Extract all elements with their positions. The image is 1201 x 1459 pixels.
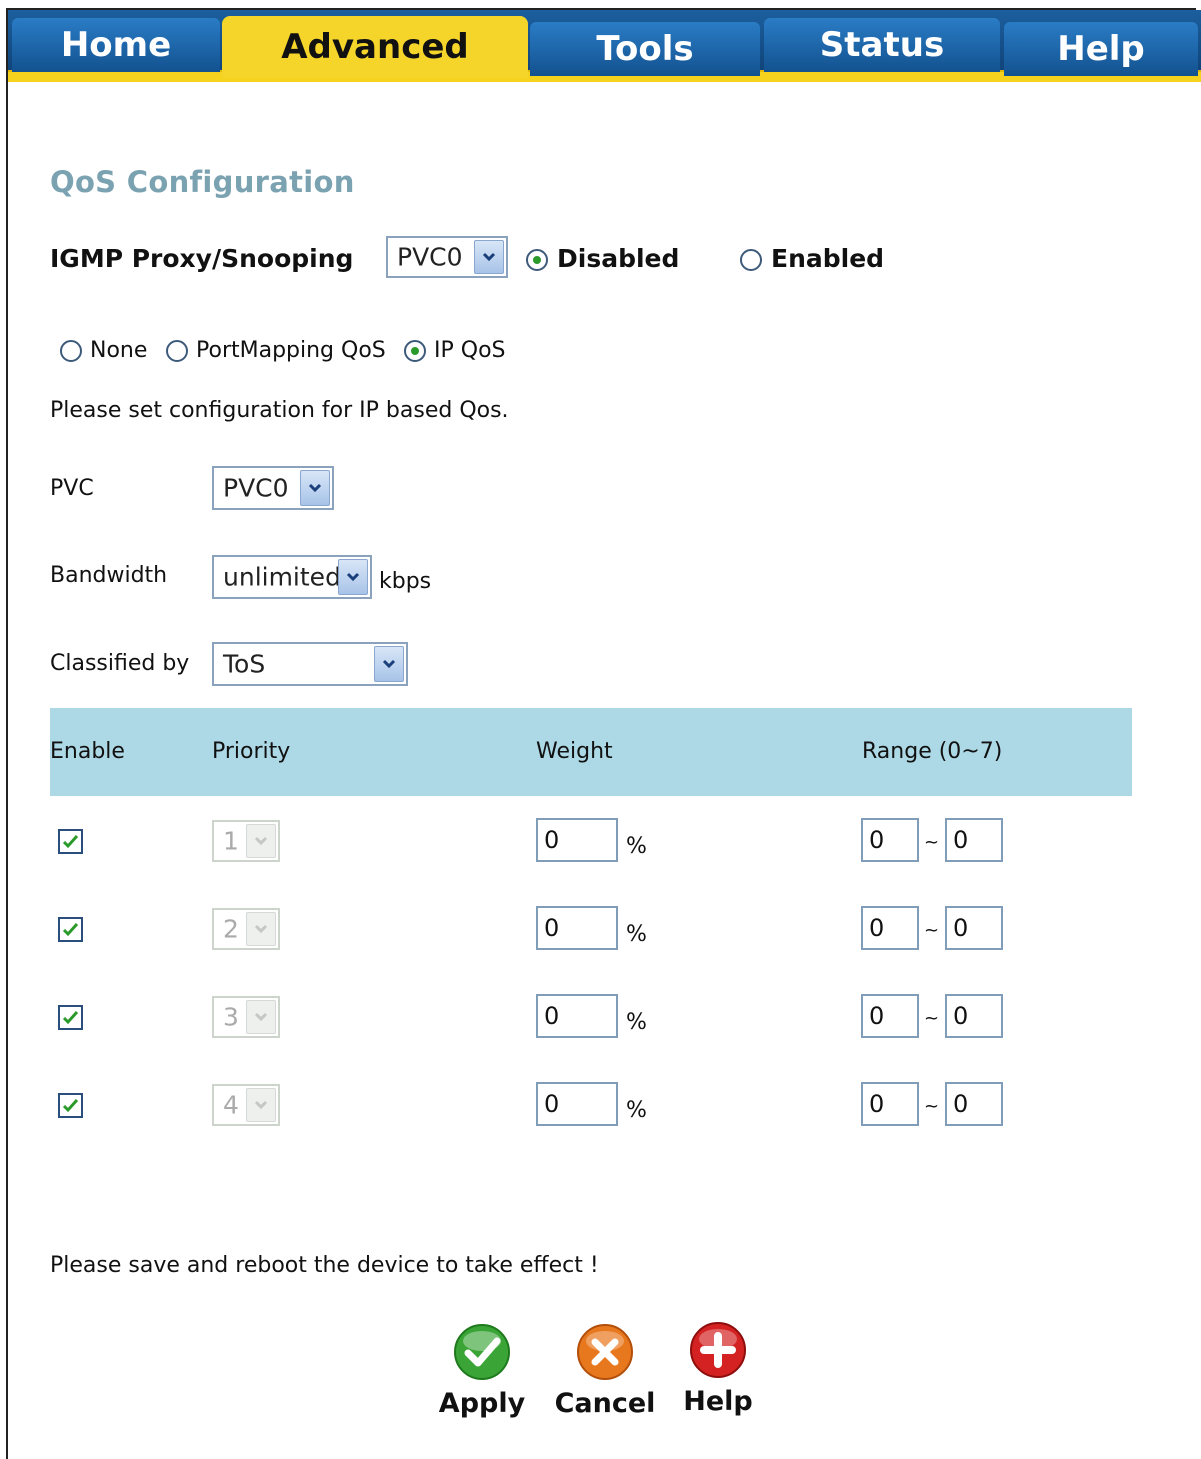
apply-button[interactable]: Apply	[438, 1322, 526, 1419]
cancel-button[interactable]: Cancel	[555, 1322, 655, 1419]
qos-portmapping-radio[interactable]	[166, 340, 188, 362]
cancel-label: Cancel	[554, 1388, 656, 1419]
check-icon	[62, 1098, 79, 1113]
row-3-range-sep: ~	[924, 1008, 940, 1029]
row-2-priority-select[interactable]: 2	[212, 908, 280, 950]
row-1-weight-input[interactable]: 0	[536, 818, 618, 862]
row-3-weight-input[interactable]: 0	[536, 994, 618, 1038]
classified-label: Classified by	[50, 651, 190, 676]
qos-none-radio[interactable]	[60, 340, 82, 362]
igmp-disabled-label: Disabled	[557, 244, 680, 273]
row-1-enable-checkbox[interactable]	[58, 829, 83, 854]
row-3-priority-select[interactable]: 3	[212, 996, 280, 1038]
tab-tools[interactable]: Tools	[530, 22, 760, 76]
pvc-select[interactable]: PVC0	[212, 466, 334, 510]
plus-icon	[690, 1322, 746, 1378]
bandwidth-value: unlimited	[223, 562, 341, 592]
row-3-range-to-input[interactable]: 0	[945, 994, 1003, 1038]
qos-portmapping-label: PortMapping QoS	[196, 338, 386, 363]
row-1-weight-unit: %	[626, 834, 647, 859]
row-3-enable-checkbox[interactable]	[58, 1005, 83, 1030]
header-priority: Priority	[212, 739, 291, 764]
classified-select[interactable]: ToS	[212, 642, 408, 686]
check-icon	[62, 1010, 79, 1025]
check-icon	[62, 922, 79, 937]
row-2-range-from-input[interactable]: 0	[861, 906, 919, 950]
chevron-down-icon	[246, 912, 276, 946]
chevron-down-icon	[246, 824, 276, 858]
tab-status[interactable]: Status	[764, 18, 1000, 72]
igmp-disabled-radio[interactable]	[526, 249, 548, 271]
pvc-value: PVC0	[223, 473, 289, 503]
row-4-range-sep: ~	[924, 1096, 940, 1117]
help-label: Help	[683, 1386, 753, 1417]
apply-label: Apply	[438, 1388, 526, 1419]
igmp-label: IGMP Proxy/Snooping	[50, 244, 354, 273]
igmp-enabled-radio[interactable]	[740, 249, 762, 271]
checkmark-icon	[454, 1324, 510, 1380]
bandwidth-unit: kbps	[379, 569, 432, 594]
row-3-weight-unit: %	[626, 1010, 647, 1035]
check-icon	[62, 834, 79, 849]
notice-text: Please save and reboot the device to tak…	[50, 1253, 599, 1278]
classified-value: ToS	[223, 649, 266, 679]
qos-none-label: None	[90, 338, 148, 363]
chevron-down-icon	[246, 1088, 276, 1122]
chevron-down-icon	[246, 1000, 276, 1034]
header-weight: Weight	[536, 739, 613, 764]
row-2-range-sep: ~	[924, 920, 940, 941]
chevron-down-icon	[338, 559, 368, 595]
row-1-range-to-input[interactable]: 0	[945, 818, 1003, 862]
page-title: QoS Configuration	[50, 165, 355, 199]
row-4-priority-select[interactable]: 4	[212, 1084, 280, 1126]
row-1-range-from-input[interactable]: 0	[861, 818, 919, 862]
cancel-x-icon	[577, 1324, 633, 1380]
row-4-weight-unit: %	[626, 1098, 647, 1123]
row-3-priority-value: 3	[223, 1002, 239, 1032]
row-4-range-from-input[interactable]: 0	[861, 1082, 919, 1126]
igmp-enabled-label: Enabled	[771, 244, 885, 273]
top-nav: Home Advanced Tools Status Help	[8, 10, 1201, 82]
tab-advanced[interactable]: Advanced	[222, 16, 528, 78]
help-button[interactable]: Help	[682, 1320, 754, 1417]
row-4-weight-input[interactable]: 0	[536, 1082, 618, 1126]
row-1-priority-select[interactable]: 1	[212, 820, 280, 862]
row-2-enable-checkbox[interactable]	[58, 917, 83, 942]
row-2-range-to-input[interactable]: 0	[945, 906, 1003, 950]
qos-ip-label: IP QoS	[434, 338, 506, 363]
row-2-weight-input[interactable]: 0	[536, 906, 618, 950]
igmp-pvc-select[interactable]: PVC0	[386, 236, 508, 278]
instruction-text: Please set configuration for IP based Qo…	[50, 398, 509, 423]
tab-home[interactable]: Home	[12, 18, 220, 72]
bandwidth-select[interactable]: unlimited	[212, 555, 372, 599]
pvc-label: PVC	[50, 476, 94, 501]
chevron-down-icon	[474, 240, 504, 274]
row-3-range-from-input[interactable]: 0	[861, 994, 919, 1038]
chevron-down-icon	[300, 470, 330, 506]
igmp-pvc-value: PVC0	[397, 242, 463, 272]
row-2-weight-unit: %	[626, 922, 647, 947]
bandwidth-label: Bandwidth	[50, 563, 168, 588]
row-1-priority-value: 1	[223, 826, 239, 856]
chevron-down-icon	[374, 646, 404, 682]
row-4-enable-checkbox[interactable]	[58, 1093, 83, 1118]
header-range: Range (0~7)	[862, 739, 1003, 764]
header-enable: Enable	[50, 739, 125, 764]
row-1-range-sep: ~	[924, 832, 940, 853]
tab-help[interactable]: Help	[1004, 22, 1198, 76]
row-4-priority-value: 4	[223, 1090, 239, 1120]
row-2-priority-value: 2	[223, 914, 239, 944]
qos-ip-radio[interactable]	[404, 340, 426, 362]
row-4-range-to-input[interactable]: 0	[945, 1082, 1003, 1126]
